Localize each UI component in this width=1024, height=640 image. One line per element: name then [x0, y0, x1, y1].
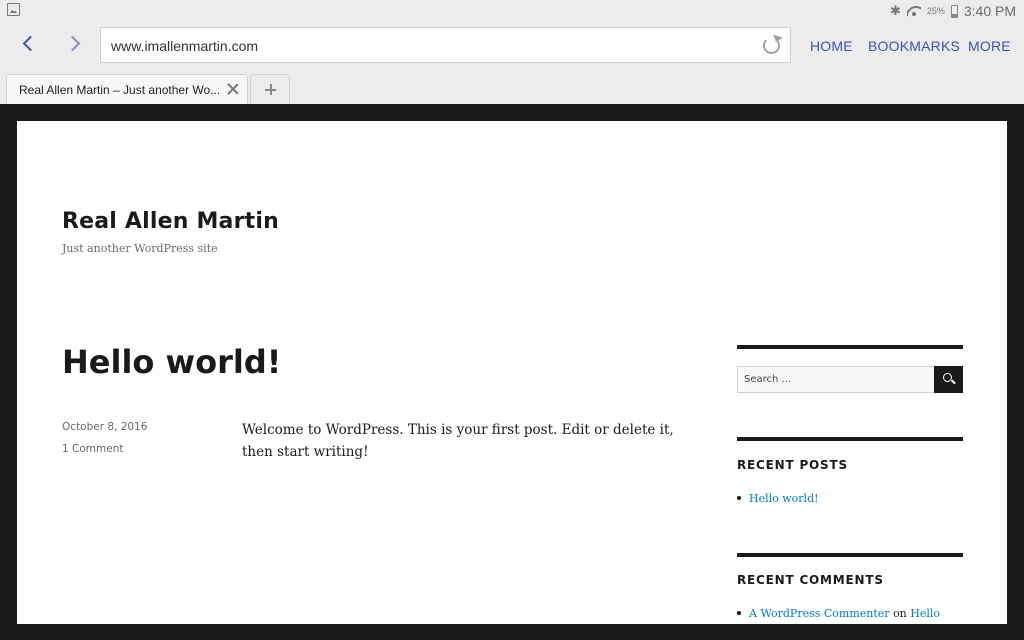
- site-description: Just another WordPress site: [62, 242, 218, 255]
- tab-active[interactable]: Real Allen Martin – Just another Wo...: [6, 74, 248, 104]
- close-icon[interactable]: [227, 83, 239, 95]
- recent-comments-list: A WordPress Commenter on Hello: [737, 607, 940, 620]
- web-page: Real Allen Martin Just another WordPress…: [17, 121, 1007, 624]
- address-bar[interactable]: www.imallenmartin.com: [100, 27, 791, 63]
- widget-divider: [737, 437, 963, 441]
- bullet: [737, 611, 741, 615]
- recent-post-link[interactable]: Hello world!: [749, 492, 819, 505]
- battery-icon: [950, 4, 958, 18]
- wifi-icon: [907, 5, 921, 17]
- post-date[interactable]: October 8, 2016: [62, 421, 147, 433]
- battery-percent: 25%: [926, 6, 945, 16]
- recent-posts-title: RECENT POSTS: [737, 458, 848, 472]
- bluetooth-icon: ✱: [889, 3, 901, 19]
- reload-icon[interactable]: [763, 37, 780, 54]
- web-viewport: Real Allen Martin Just another WordPress…: [0, 104, 1024, 640]
- post-title[interactable]: Hello world!: [62, 343, 281, 381]
- recent-posts-list: Hello world!: [737, 492, 819, 505]
- comment-on-text: on: [893, 607, 907, 620]
- tab-title: Real Allen Martin – Just another Wo...: [19, 83, 219, 97]
- widget-divider: [737, 553, 963, 557]
- search-icon-handle: [951, 379, 956, 385]
- search-button[interactable]: [934, 366, 963, 393]
- gallery-icon: [7, 3, 20, 16]
- bullet: [737, 496, 741, 500]
- tab-strip: Real Allen Martin – Just another Wo...: [0, 68, 1024, 104]
- comment-post-link[interactable]: Hello: [910, 607, 940, 620]
- url-text[interactable]: www.imallenmartin.com: [111, 38, 258, 54]
- browser-toolbar: www.imallenmartin.com HOME BOOKMARKS MOR…: [0, 22, 1024, 68]
- chevron-left-icon: [22, 35, 38, 52]
- recent-comments-title: RECENT COMMENTS: [737, 573, 884, 587]
- back-button[interactable]: [18, 31, 42, 57]
- clock: 3:40 PM: [963, 3, 1016, 19]
- widget-divider: [737, 345, 963, 349]
- post-body: Welcome to WordPress. This is your first…: [242, 422, 674, 460]
- chevron-right-icon: [64, 35, 80, 52]
- home-button[interactable]: HOME: [810, 38, 853, 54]
- more-button[interactable]: MORE: [968, 38, 1011, 54]
- site-title[interactable]: Real Allen Martin: [62, 209, 279, 234]
- bookmarks-button[interactable]: BOOKMARKS: [868, 38, 960, 54]
- forward-button[interactable]: [60, 31, 84, 57]
- new-tab-button[interactable]: [250, 74, 290, 104]
- search-input[interactable]: Search …: [737, 366, 935, 393]
- status-bar: ✱ 25% 3:40 PM: [0, 0, 1024, 22]
- post-comments-link[interactable]: 1 Comment: [62, 443, 123, 455]
- status-indicators: ✱ 25% 3:40 PM: [890, 2, 1016, 20]
- comment-author-link[interactable]: A WordPress Commenter: [749, 607, 890, 620]
